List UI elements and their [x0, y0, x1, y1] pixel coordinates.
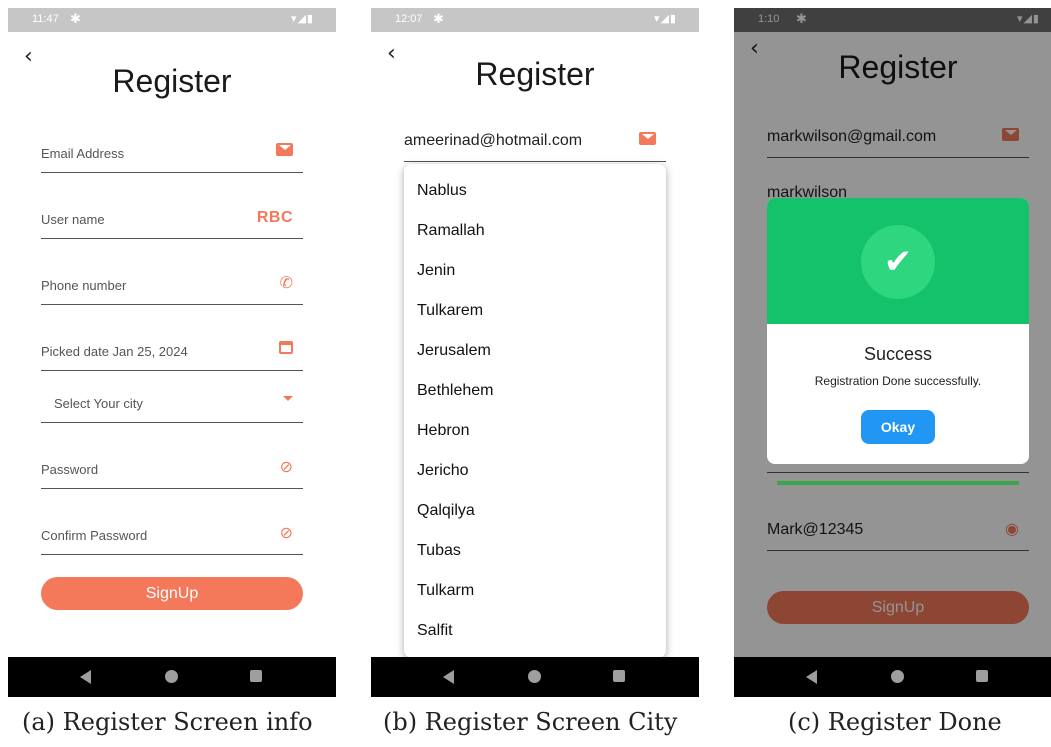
- phone-label: Phone number: [41, 278, 127, 293]
- city-option[interactable]: Tulkarem: [417, 302, 483, 320]
- city-option[interactable]: Qalqilya: [417, 502, 475, 520]
- city-option[interactable]: Ramallah: [417, 222, 485, 240]
- abc-icon: RBC: [256, 209, 293, 226]
- nav-bar: [371, 657, 699, 697]
- dialog-message: Registration Done successfully.: [814, 374, 982, 388]
- phone-field[interactable]: Phone number ✆: [41, 264, 303, 305]
- check-icon: ✔: [861, 225, 935, 299]
- nav-back-icon[interactable]: [806, 670, 817, 684]
- nav-bar: [8, 657, 336, 697]
- city-option[interactable]: Hebron: [417, 422, 469, 440]
- caption-a: (a) Register Screen info: [22, 708, 313, 736]
- email-field[interactable]: ameerinad@hotmail.com: [404, 121, 666, 162]
- city-option[interactable]: Jericho: [417, 462, 469, 480]
- mail-icon: [639, 132, 656, 150]
- nav-recent-icon[interactable]: [613, 670, 625, 682]
- confirm-password-field[interactable]: Confirm Password ⊘: [41, 514, 303, 555]
- dropdown-caret-icon: [283, 388, 293, 406]
- password-label: Password: [41, 462, 99, 477]
- nav-recent-icon[interactable]: [976, 670, 988, 682]
- city-option[interactable]: Tubas: [417, 542, 461, 560]
- register-done-screen: 1:10 ✱ ▾◢▮ ‹ Register markwilson@gmail.c…: [734, 8, 1051, 697]
- email-value: ameerinad@hotmail.com: [404, 132, 583, 149]
- date-field[interactable]: Picked date Jan 25, 2024: [41, 330, 303, 371]
- city-option[interactable]: Nablus: [417, 182, 467, 200]
- register-screen-city: 12:07 ✱ ▾◢▮ ‹ Register ameerinad@hotmail…: [371, 8, 699, 697]
- username-field[interactable]: User name RBC: [41, 198, 303, 239]
- success-dialog: ✔ Success Registration Done successfully…: [767, 198, 1029, 464]
- signal-battery-icon: ▾◢▮: [290, 13, 314, 25]
- caption-b: (b) Register Screen City: [383, 708, 678, 736]
- city-option[interactable]: Bethlehem: [417, 382, 494, 400]
- nav-recent-icon[interactable]: [250, 670, 262, 682]
- nav-home-icon[interactable]: [165, 670, 178, 683]
- password-field[interactable]: Password ⊘: [41, 448, 303, 489]
- email-field[interactable]: Email Address: [41, 132, 303, 173]
- progress-bar: [777, 481, 1019, 485]
- dialog-header: ✔: [767, 198, 1029, 324]
- email-label: Email Address: [41, 146, 125, 161]
- nav-home-icon[interactable]: [528, 670, 541, 683]
- signal-battery-icon: ▾◢▮: [653, 13, 677, 25]
- calendar-icon[interactable]: [279, 341, 293, 359]
- page-title: Register: [112, 63, 232, 99]
- status-time: 11:47: [32, 13, 59, 25]
- gear-icon: ✱: [70, 11, 81, 26]
- city-select[interactable]: Select Your city: [41, 382, 303, 423]
- city-option[interactable]: Jenin: [417, 262, 455, 280]
- status-bar: 11:47 ✱ ▾◢▮: [8, 8, 336, 32]
- dialog-title: Success: [863, 344, 933, 364]
- nav-back-icon[interactable]: [80, 670, 91, 684]
- gear-icon: ✱: [433, 11, 444, 26]
- eye-off-icon[interactable]: ⊘: [280, 523, 293, 543]
- date-label: Picked date Jan 25, 2024: [41, 344, 188, 359]
- status-bar: 12:07 ✱ ▾◢▮: [371, 8, 699, 32]
- nav-bar: [734, 657, 1051, 697]
- phone-icon: ✆: [279, 275, 293, 292]
- nav-back-icon[interactable]: [443, 670, 454, 684]
- okay-button[interactable]: Okay: [861, 410, 935, 444]
- status-time: 12:07: [395, 13, 423, 25]
- caption-c: (c) Register Done: [788, 708, 1002, 736]
- city-label: Select Your city: [54, 396, 143, 411]
- city-option[interactable]: Jerusalem: [417, 342, 491, 360]
- nav-home-icon[interactable]: [891, 670, 904, 683]
- signup-button[interactable]: SignUp: [41, 577, 303, 610]
- city-dropdown-menu[interactable]: Nablus Ramallah Jenin Tulkarem Jerusalem…: [404, 164, 666, 658]
- city-option[interactable]: Salfit: [417, 622, 453, 640]
- username-label: User name: [41, 212, 105, 227]
- mail-icon: [276, 143, 293, 161]
- page-title: Register: [475, 56, 595, 92]
- register-screen-info: 11:47 ✱ ▾◢▮ ‹ Register Email Address Use…: [8, 8, 336, 697]
- eye-off-icon[interactable]: ⊘: [280, 457, 293, 477]
- city-option[interactable]: Tulkarm: [417, 582, 474, 600]
- confirm-password-label: Confirm Password: [41, 528, 148, 543]
